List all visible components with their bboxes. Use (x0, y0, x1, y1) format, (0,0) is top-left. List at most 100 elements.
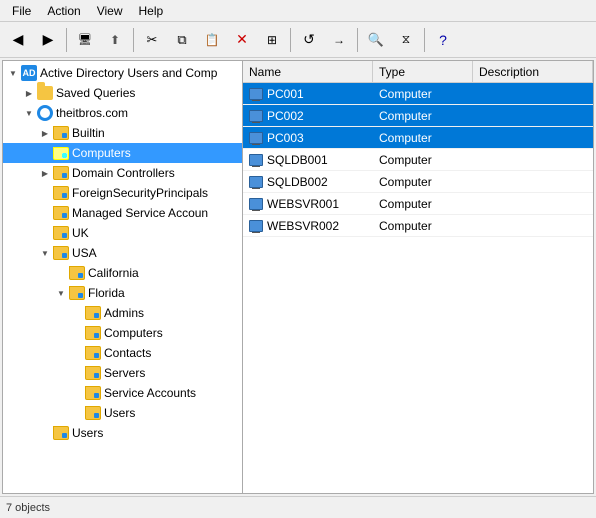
computer-icon (249, 154, 263, 166)
domain-label: theitbros.com (56, 106, 128, 120)
cut-button[interactable]: ✂ (138, 26, 166, 54)
list-item[interactable]: PC003 Computer (243, 127, 593, 149)
toolbar-separator-1 (66, 28, 67, 52)
tree-item-service-accounts[interactable]: Service Accounts (3, 383, 242, 403)
usa-label: USA (72, 246, 97, 260)
list-item[interactable]: PC002 Computer (243, 105, 593, 127)
servers-label: Servers (104, 366, 145, 380)
msa-expander (37, 205, 53, 221)
export-button[interactable]: → (325, 26, 353, 54)
menu-view[interactable]: View (89, 2, 131, 20)
tree-item-contacts[interactable]: Contacts (3, 343, 242, 363)
users-fl-label: Users (104, 406, 135, 420)
tree-root[interactable]: AD Active Directory Users and Comp (3, 63, 242, 83)
toolbar-separator-3 (290, 28, 291, 52)
list-item[interactable]: WEBSVR001 Computer (243, 193, 593, 215)
servers-icon (85, 365, 101, 381)
list-item[interactable]: PC001 Computer (243, 83, 593, 105)
fsp-label: ForeignSecurityPrincipals (72, 186, 208, 200)
refresh-button[interactable]: ↺ (295, 26, 323, 54)
computers-fl-expander (69, 325, 85, 341)
contacts-expander (69, 345, 85, 361)
menu-file[interactable]: File (4, 2, 39, 20)
california-label: California (88, 266, 139, 280)
usa-icon (53, 245, 69, 261)
usa-expander (37, 245, 53, 261)
msa-label: Managed Service Accoun (72, 206, 208, 220)
statusbar-text: 7 objects (6, 502, 50, 514)
builtin-expander (37, 125, 53, 141)
contacts-label: Contacts (104, 346, 151, 360)
cell-name-pc001: PC001 (243, 87, 373, 101)
tree-item-domain-controllers[interactable]: Domain Controllers (3, 163, 242, 183)
cell-type-websvr002: Computer (373, 219, 473, 233)
computers-expander (37, 145, 53, 161)
cell-name-websvr001: WEBSVR001 (243, 197, 373, 211)
show-console-button[interactable]: 🖥 (71, 26, 99, 54)
tree-item-domain[interactable]: theitbros.com (3, 103, 242, 123)
list-item[interactable]: SQLDB001 Computer (243, 149, 593, 171)
builtin-label: Builtin (72, 126, 105, 140)
menu-action[interactable]: Action (39, 2, 88, 20)
help-button[interactable]: ? (429, 26, 457, 54)
right-panel: Name Type Description PC001 Computer PC0… (243, 61, 593, 493)
saved-queries-icon (37, 85, 53, 101)
uk-expander (37, 225, 53, 241)
tree-item-msa[interactable]: Managed Service Accoun (3, 203, 242, 223)
properties-button[interactable]: ⊞ (258, 26, 286, 54)
domain-icon (37, 105, 53, 121)
cell-type-pc002: Computer (373, 109, 473, 123)
filter-button[interactable]: ⧖ (392, 26, 420, 54)
tree-item-users-fl[interactable]: Users (3, 403, 242, 423)
msa-icon (53, 205, 69, 221)
col-header-description[interactable]: Description (473, 61, 593, 83)
tree-item-admins[interactable]: Admins (3, 303, 242, 323)
list-header: Name Type Description (243, 61, 593, 83)
computer-icon (249, 132, 263, 144)
uk-icon (53, 225, 69, 241)
dc-expander (37, 165, 53, 181)
tree-item-users-root[interactable]: Users (3, 423, 242, 443)
tree-item-florida[interactable]: Florida (3, 283, 242, 303)
list-item[interactable]: WEBSVR002 Computer (243, 215, 593, 237)
back-button[interactable]: ◀ (4, 26, 32, 54)
find-button[interactable]: 🔍 (362, 26, 390, 54)
users-root-expander (37, 425, 53, 441)
statusbar: 7 objects (0, 496, 596, 518)
tree-item-computers[interactable]: Computers (3, 143, 242, 163)
tree-item-usa[interactable]: USA (3, 243, 242, 263)
computers-fl-label: Computers (104, 326, 163, 340)
forward-button[interactable]: ▶ (34, 26, 62, 54)
tree-item-saved-queries[interactable]: Saved Queries (3, 83, 242, 103)
delete-button[interactable]: ✕ (228, 26, 256, 54)
computer-icon (249, 198, 263, 210)
cell-name-websvr002: WEBSVR002 (243, 219, 373, 233)
root-icon: AD (21, 65, 37, 81)
florida-label: Florida (88, 286, 125, 300)
copy-button[interactable]: ⧉ (168, 26, 196, 54)
col-header-name[interactable]: Name (243, 61, 373, 83)
list-item[interactable]: SQLDB002 Computer (243, 171, 593, 193)
tree-item-uk[interactable]: UK (3, 223, 242, 243)
main-area: AD Active Directory Users and Comp Saved… (2, 60, 594, 494)
cell-type-sqldb001: Computer (373, 153, 473, 167)
col-header-type[interactable]: Type (373, 61, 473, 83)
cell-name-pc003: PC003 (243, 131, 373, 145)
tree-item-fsp[interactable]: ForeignSecurityPrincipals (3, 183, 242, 203)
tree-item-builtin[interactable]: Builtin (3, 123, 242, 143)
tree-item-california[interactable]: California (3, 263, 242, 283)
cell-type-sqldb002: Computer (373, 175, 473, 189)
paste-button[interactable]: 📋 (198, 26, 226, 54)
cell-name-sqldb001: SQLDB001 (243, 153, 373, 167)
domain-expander (21, 105, 37, 121)
tree-item-servers[interactable]: Servers (3, 363, 242, 383)
fsp-expander (37, 185, 53, 201)
california-expander (53, 265, 69, 281)
service-accounts-expander (69, 385, 85, 401)
florida-icon (69, 285, 85, 301)
up-button[interactable]: ⬆ (101, 26, 129, 54)
menu-help[interactable]: Help (131, 2, 172, 20)
tree-item-computers-fl[interactable]: Computers (3, 323, 242, 343)
cell-type-websvr001: Computer (373, 197, 473, 211)
toolbar-separator-4 (357, 28, 358, 52)
